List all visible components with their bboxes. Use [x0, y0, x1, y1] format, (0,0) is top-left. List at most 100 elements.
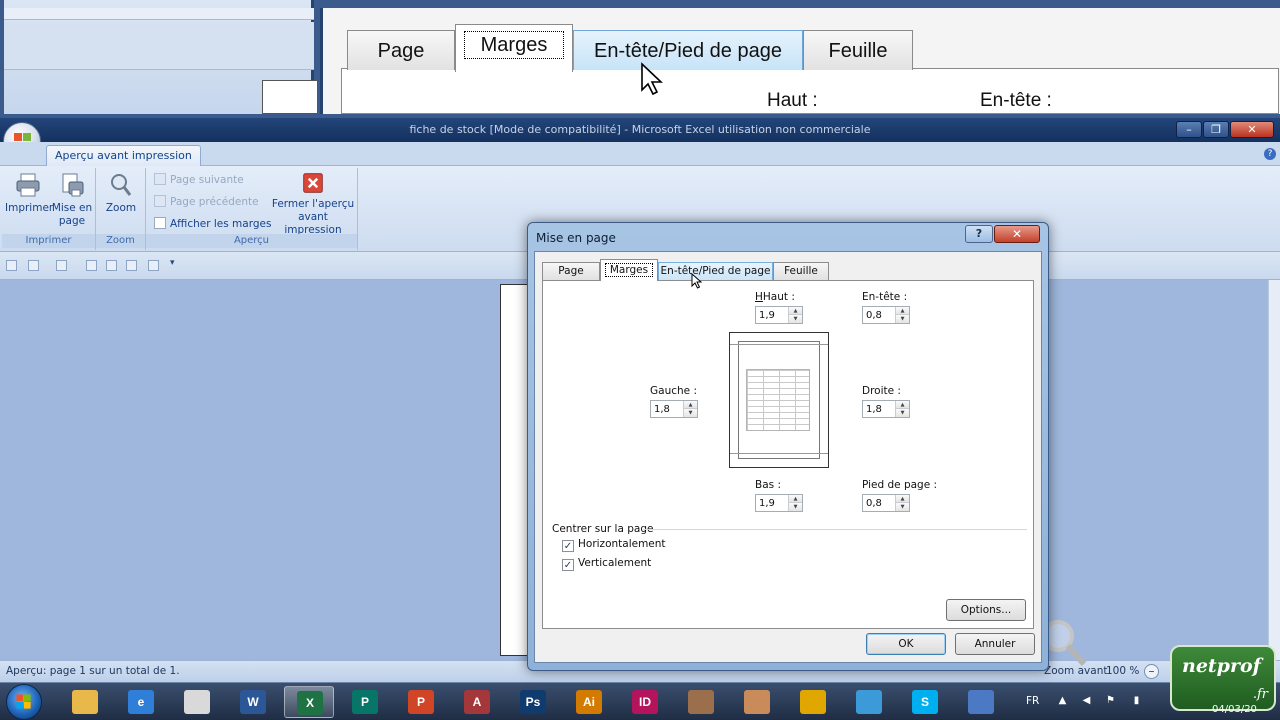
clock-date[interactable]: 04/03/20	[1212, 704, 1257, 715]
mise-en-page-button[interactable]: Mise en page	[50, 172, 94, 228]
zoom-button[interactable]: Zoom	[98, 172, 144, 215]
afficher-marges-checkbox[interactable]: Afficher les marges	[154, 216, 271, 232]
taskbar-illustrator-button[interactable]: Ai	[564, 686, 614, 718]
spin-down-icon[interactable]: ▼	[684, 409, 697, 417]
taskbar-messenger-button[interactable]	[844, 686, 894, 718]
tab-apercu-avant-impression[interactable]: Aperçu avant impression	[46, 145, 201, 166]
pied-de-page-input[interactable]	[863, 495, 895, 511]
customize-toolbar-icon[interactable]: ▾	[170, 258, 175, 268]
haut-spinner[interactable]: ▲▼	[755, 306, 803, 324]
spin-up-icon[interactable]: ▲	[789, 307, 802, 315]
status-text: Aperçu: page 1 sur un total de 1.	[6, 665, 180, 677]
fermer-apercu-button[interactable]: Fermer l'aperçu avant impression	[270, 172, 356, 237]
sheet-grid-preview	[746, 369, 810, 431]
taskbar-indesign-button[interactable]: ID	[620, 686, 670, 718]
minimize-button[interactable]: –	[1176, 121, 1202, 138]
language-indicator[interactable]: FR	[1026, 695, 1039, 707]
close-window-button[interactable]: ✕	[1230, 121, 1274, 138]
label-gauche: Gauche :	[650, 385, 697, 397]
show-hidden-icons-icon[interactable]: ▲	[1056, 695, 1069, 707]
ok-button[interactable]: OK	[866, 633, 946, 655]
photoshop-icon: Ps	[520, 690, 546, 714]
haut-input[interactable]	[756, 307, 788, 323]
pied-de-page-spinner[interactable]: ▲▼	[862, 494, 910, 512]
taskbar-skype-button[interactable]: S	[900, 686, 950, 718]
droite-input[interactable]	[863, 401, 895, 417]
publisher-icon: P	[352, 690, 378, 714]
group-zoom: Zoom Zoom	[96, 168, 146, 250]
taskbar-word-button[interactable]: W	[228, 686, 278, 718]
taskbar-archive-button[interactable]	[676, 686, 726, 718]
spin-up-icon[interactable]: ▲	[896, 401, 909, 409]
magnified-tab-page: Page	[347, 30, 455, 70]
horizontalement-checkbox[interactable]: ✓ Horizontalement	[562, 537, 666, 552]
volume-icon[interactable]: ◀	[1080, 695, 1093, 707]
bas-input[interactable]	[756, 495, 788, 511]
save-icon[interactable]	[6, 260, 17, 271]
zoom-out-button[interactable]: –	[1144, 664, 1159, 679]
taskbar-clock-button[interactable]	[172, 686, 222, 718]
start-button[interactable]	[6, 684, 42, 720]
action-center-icon[interactable]: ⚑	[1104, 695, 1117, 707]
access-icon: A	[464, 690, 490, 714]
print-quick-icon[interactable]	[148, 260, 159, 271]
group-label-apercu: Aperçu	[146, 234, 357, 248]
taskbar-explorer-button[interactable]	[60, 686, 110, 718]
taskbar-chrome-button[interactable]	[788, 686, 838, 718]
dialog-tab-feuille[interactable]: Feuille	[773, 262, 829, 280]
magnifier-icon	[111, 174, 132, 196]
spin-down-icon[interactable]: ▼	[896, 409, 909, 417]
label-pied-de-page: Pied de page :	[862, 479, 938, 491]
illustrator-icon: Ai	[576, 690, 602, 714]
gauche-input[interactable]	[651, 401, 683, 417]
annuler-button[interactable]: Annuler	[955, 633, 1035, 655]
netprof-logo: netprof .fr	[1170, 645, 1276, 711]
network-icon[interactable]: ▮	[1130, 695, 1143, 707]
magnified-cursor-icon	[641, 62, 664, 96]
taskbar-internet-explorer-button[interactable]: e	[116, 686, 166, 718]
dialog-tab-page[interactable]: Page	[542, 262, 600, 280]
spin-down-icon[interactable]: ▼	[896, 503, 909, 511]
page-precedente-button[interactable]: Page précédente	[154, 194, 259, 210]
page-suivante-button[interactable]: Page suivante	[154, 172, 244, 188]
preview-icon[interactable]	[126, 260, 137, 271]
spin-down-icon[interactable]: ▼	[789, 503, 802, 511]
taskbar-powerpoint-button[interactable]: P	[396, 686, 446, 718]
dialog-close-button[interactable]: ✕	[994, 225, 1040, 243]
spin-down-icon[interactable]: ▼	[789, 315, 802, 323]
maximize-button[interactable]: ❐	[1203, 121, 1229, 138]
magnified-view: Page Marges En-tête/Pied de page Feuille…	[0, 0, 1280, 118]
print-button[interactable]: Imprimer	[5, 172, 53, 215]
spin-up-icon[interactable]: ▲	[896, 495, 909, 503]
spin-up-icon[interactable]: ▲	[896, 307, 909, 315]
new-icon[interactable]	[86, 260, 97, 271]
vertical-scrollbar[interactable]	[1268, 280, 1280, 660]
undo-icon[interactable]	[28, 260, 39, 271]
page-setup-icon	[62, 173, 84, 197]
redo-icon[interactable]	[56, 260, 67, 271]
verticalement-checkbox[interactable]: ✓ Verticalement	[562, 556, 651, 571]
magnified-dialog: Page Marges En-tête/Pied de page Feuille…	[320, 8, 1280, 114]
entete-input[interactable]	[863, 307, 895, 323]
dialog-help-button[interactable]: ?	[965, 225, 993, 243]
help-icon[interactable]: ?	[1264, 148, 1276, 160]
gauche-spinner[interactable]: ▲▼	[650, 400, 698, 418]
taskbar-photoshop-button[interactable]: Ps	[508, 686, 558, 718]
taskbar-publisher-button[interactable]: P	[340, 686, 390, 718]
entete-spinner[interactable]: ▲▼	[862, 306, 910, 324]
magnified-label-entete: En-tête :	[980, 90, 1052, 111]
taskbar-excel-button[interactable]: X	[284, 686, 334, 718]
taskbar-access-button[interactable]: A	[452, 686, 502, 718]
spin-down-icon[interactable]: ▼	[896, 315, 909, 323]
taskbar-games-button[interactable]	[732, 686, 782, 718]
dialog-tab-marges[interactable]: Marges	[600, 259, 658, 281]
spin-up-icon[interactable]: ▲	[789, 495, 802, 503]
messenger-icon	[856, 690, 882, 714]
options-button[interactable]: Options...	[946, 599, 1026, 621]
open-icon[interactable]	[106, 260, 117, 271]
taskbar-remote-button[interactable]	[956, 686, 1006, 718]
bas-spinner[interactable]: ▲▼	[755, 494, 803, 512]
dialog-tab-entete-pied[interactable]: En-tête/Pied de page	[658, 262, 773, 280]
spin-up-icon[interactable]: ▲	[684, 401, 697, 409]
droite-spinner[interactable]: ▲▼	[862, 400, 910, 418]
